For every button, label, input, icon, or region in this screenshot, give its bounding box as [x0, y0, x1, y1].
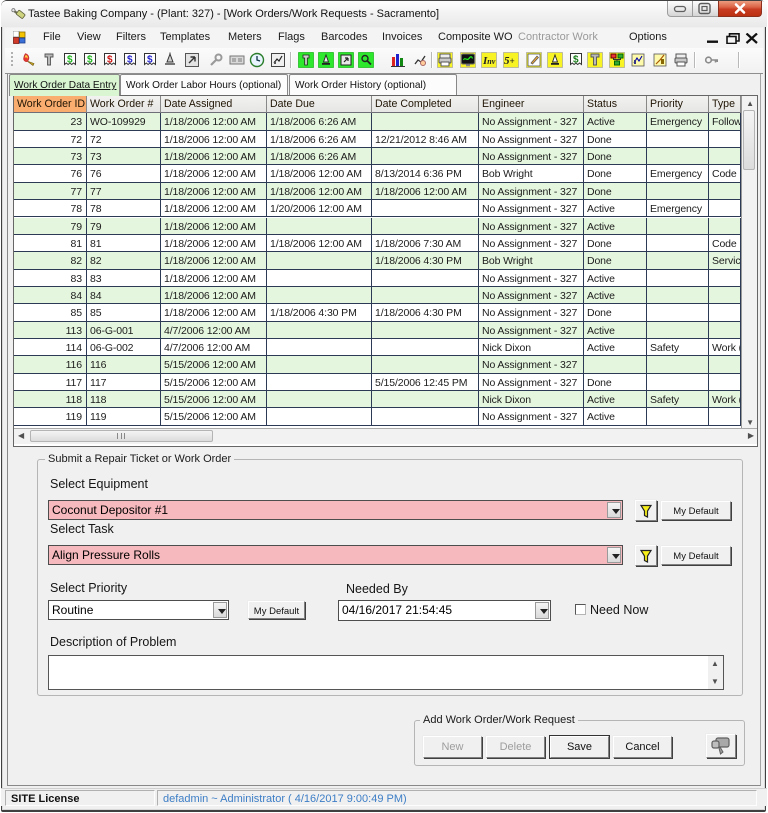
svg-text:$: $: [107, 55, 113, 66]
svg-text:Inv: Inv: [482, 55, 496, 67]
svg-text:$: $: [573, 55, 579, 66]
svg-text:$: $: [67, 55, 73, 66]
svg-text:$: $: [147, 55, 153, 66]
svg-text:$: $: [87, 55, 93, 66]
svg-text:$: $: [127, 55, 133, 66]
svg-text:5+: 5+: [504, 55, 515, 67]
